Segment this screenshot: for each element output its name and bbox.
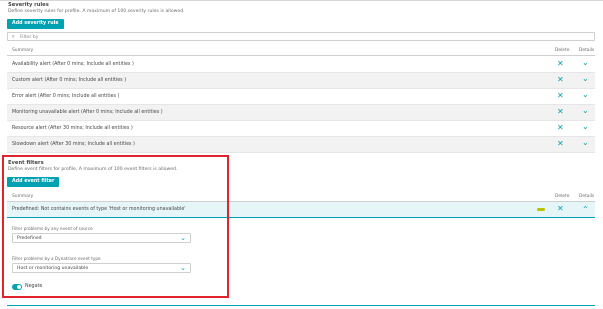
row-summary: Slowdown alert (After 30 mins; Include a… xyxy=(12,142,135,147)
filter-icon: ▿ xyxy=(12,34,15,40)
table-row: Monitoring unavailable alert (After 0 mi… xyxy=(7,105,595,121)
severity-table-header: Summary Delete Details xyxy=(7,45,595,56)
summary-column-header: Summary xyxy=(12,48,34,53)
delete-column-header: Delete xyxy=(555,194,570,199)
filter-placeholder: Filter by xyxy=(20,34,39,40)
details-column-header: Details xyxy=(579,194,595,199)
table-row: Slowdown alert (After 30 mins; Include a… xyxy=(7,137,595,153)
row-summary: Resource alert (After 30 mins; Include a… xyxy=(12,126,133,131)
row-summary: Custom alert (After 0 mins; Include all … xyxy=(12,78,127,83)
bottom-divider xyxy=(7,305,595,306)
highlight-box xyxy=(2,155,229,298)
table-row: Availability alert (After 0 mins; Includ… xyxy=(7,57,595,73)
filter-input[interactable]: ▿ Filter by xyxy=(7,32,595,41)
row-summary: Availability alert (After 0 mins; Includ… xyxy=(12,62,134,67)
delete-column-header: Delete xyxy=(555,48,570,53)
top-divider xyxy=(0,0,603,1)
row-summary: Monitoring unavailable alert (After 0 mi… xyxy=(12,110,163,115)
close-icon[interactable]: ✕ xyxy=(557,76,564,84)
table-row: Custom alert (After 0 mins; Include all … xyxy=(7,73,595,89)
close-icon[interactable]: ✕ xyxy=(557,92,564,100)
chevron-down-icon[interactable]: ⌄ xyxy=(582,139,589,147)
close-icon[interactable]: ✕ xyxy=(557,205,564,213)
chevron-down-icon[interactable]: ⌄ xyxy=(582,123,589,131)
table-row: Error alert (After 0 mins; Include all e… xyxy=(7,89,595,105)
details-column-header: Details xyxy=(579,48,595,53)
chevron-up-icon[interactable]: ⌃ xyxy=(582,206,589,214)
add-severity-rule-button[interactable]: Add severity rule xyxy=(7,19,64,29)
close-icon[interactable]: ✕ xyxy=(557,140,564,148)
table-row: Resource alert (After 30 mins; Include a… xyxy=(7,121,595,137)
severity-rules-title: Severity rules xyxy=(8,2,49,8)
chevron-down-icon[interactable]: ⌄ xyxy=(582,59,589,67)
severity-rules-description: Define severity rules for profile. A max… xyxy=(8,9,185,14)
close-icon[interactable]: ✕ xyxy=(557,124,564,132)
chevron-down-icon[interactable]: ⌄ xyxy=(582,75,589,83)
status-badge xyxy=(537,207,545,211)
close-icon[interactable]: ✕ xyxy=(557,60,564,68)
chevron-down-icon[interactable]: ⌄ xyxy=(582,91,589,99)
row-summary: Error alert (After 0 mins; Include all e… xyxy=(12,94,120,99)
close-icon[interactable]: ✕ xyxy=(557,108,564,116)
chevron-down-icon[interactable]: ⌄ xyxy=(582,107,589,115)
